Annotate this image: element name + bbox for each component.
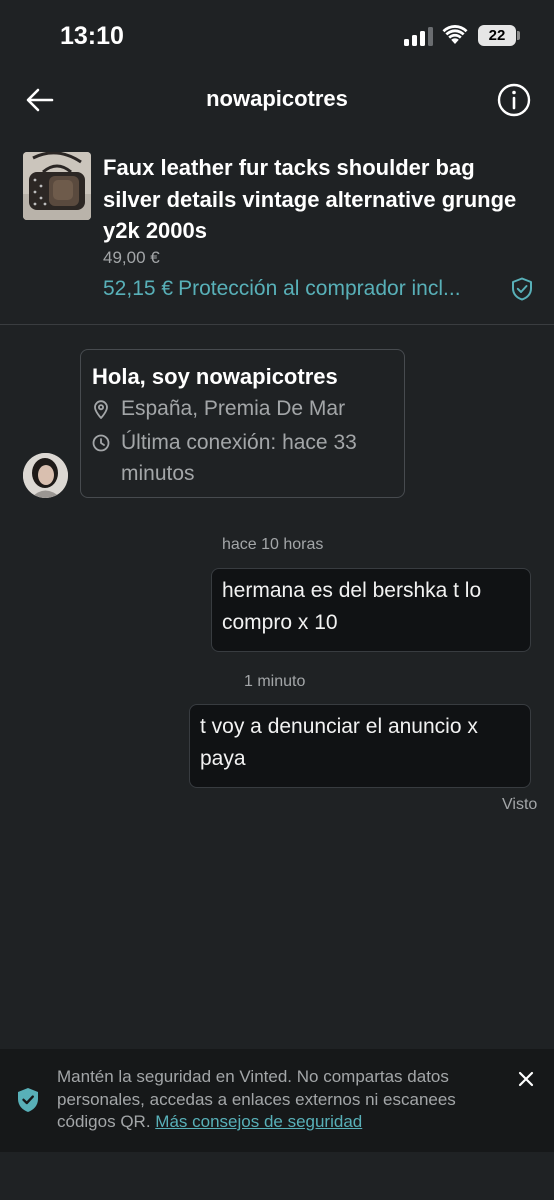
shield-check-icon — [512, 277, 532, 301]
chat-title: nowapicotres — [206, 86, 348, 111]
divider — [0, 324, 554, 325]
info-icon — [497, 83, 531, 117]
seller-intro-card: Hola, soy nowapicotres España, Premia De… — [80, 349, 405, 498]
battery-cap — [517, 31, 520, 40]
chat-header: nowapicotres — [0, 72, 554, 128]
info-button[interactable] — [496, 82, 532, 118]
safety-text: Mantén la seguridad en Vinted. No compar… — [57, 1066, 495, 1134]
shield-check-icon — [18, 1088, 38, 1112]
chat-message[interactable]: t voy a denunciar el anuncio x paya — [189, 704, 531, 788]
message-timestamp: hace 10 horas — [222, 536, 324, 553]
buyer-protection-price: 52,15 € Protección al comprador incl... — [103, 274, 533, 304]
read-receipt: Visto — [502, 796, 538, 813]
item-thumbnail — [23, 152, 91, 220]
seller-location-text: España, Premia De Mar — [121, 397, 346, 420]
item-price: 49,00 € — [103, 248, 160, 267]
item-total-price: 52,15 € — [103, 277, 174, 300]
seller-location: España, Premia De Mar — [92, 393, 345, 424]
wifi-icon — [442, 24, 468, 44]
safety-tips-link[interactable]: Más consejos de seguridad — [155, 1112, 362, 1131]
clock-icon — [92, 434, 110, 452]
seller-greeting: Hola, soy nowapicotres — [92, 364, 338, 389]
close-icon — [518, 1071, 534, 1087]
item-title: Faux leather fur tacks shoulder bag silv… — [103, 155, 517, 243]
item-summary[interactable]: Faux leather fur tacks shoulder bag silv… — [0, 140, 554, 324]
status-time: 13:10 — [60, 22, 124, 50]
battery-icon: 22 — [478, 25, 516, 46]
message-timestamp: 1 minuto — [244, 673, 306, 690]
status-bar: 13:10 22 — [0, 0, 554, 72]
battery-level: 22 — [488, 27, 506, 44]
avatar[interactable] — [23, 453, 68, 498]
chat-message[interactable]: hermana es del bershka t lo compro x 10 — [211, 568, 531, 652]
avatar-photo — [23, 453, 68, 498]
close-button[interactable] — [512, 1065, 540, 1093]
buyer-protection-label: Protección al comprador incl... — [178, 277, 461, 300]
location-pin-icon — [94, 400, 108, 419]
seller-last-seen-text: Última conexión: hace 33 minutos — [121, 431, 357, 485]
seller-last-seen: Última conexión: hace 33 minutos — [92, 427, 392, 489]
cellular-signal-icon — [404, 26, 434, 46]
safety-banner: Mantén la seguridad en Vinted. No compar… — [0, 1049, 554, 1152]
bag-photo — [23, 152, 91, 220]
